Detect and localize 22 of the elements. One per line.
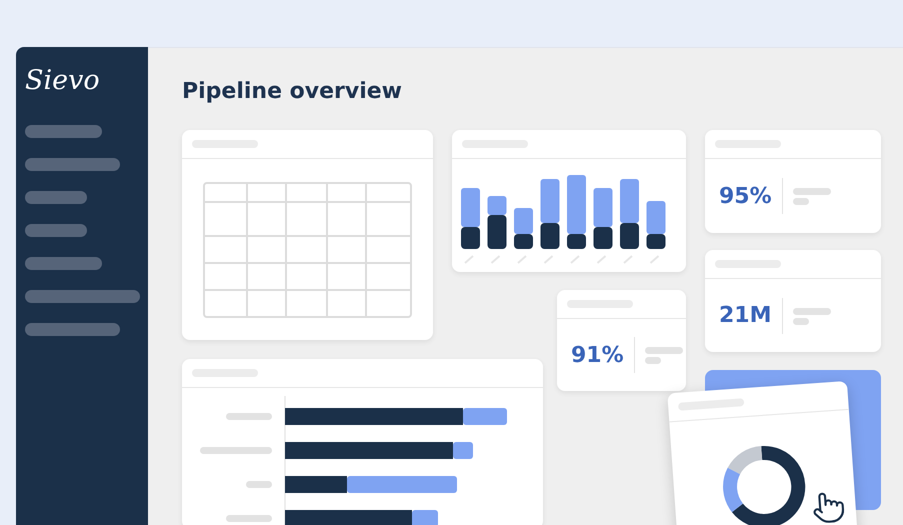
label-placeholder-bar	[200, 447, 272, 454]
axis-tick-placeholder	[464, 255, 474, 264]
axis-tick-placeholder	[623, 255, 633, 264]
placeholder-lines-icon	[644, 345, 683, 365]
nav-placeholder-bar	[25, 224, 87, 237]
axis-tick-placeholder	[650, 255, 660, 264]
axis-tick-placeholder	[570, 255, 580, 264]
label-placeholder-bar	[246, 481, 272, 488]
placeholder-lines-icon	[792, 306, 831, 326]
axis-tick-placeholder	[596, 255, 606, 264]
axis-tick-placeholder	[490, 255, 500, 264]
kpi-value: 91%	[571, 342, 624, 368]
placeholder-lines-icon	[792, 186, 831, 206]
label-placeholder-bar	[226, 515, 272, 522]
axis-tick-placeholder	[544, 255, 554, 264]
axis-tick-placeholder	[517, 255, 527, 264]
kpi-value: 95%	[719, 184, 772, 208]
nav-placeholder-bar	[25, 191, 87, 204]
label-placeholder-bar	[226, 413, 272, 420]
page-title: Pipeline overview	[182, 78, 404, 106]
logo: Sievo	[25, 67, 101, 94]
kpi-value: 21M	[719, 303, 772, 328]
